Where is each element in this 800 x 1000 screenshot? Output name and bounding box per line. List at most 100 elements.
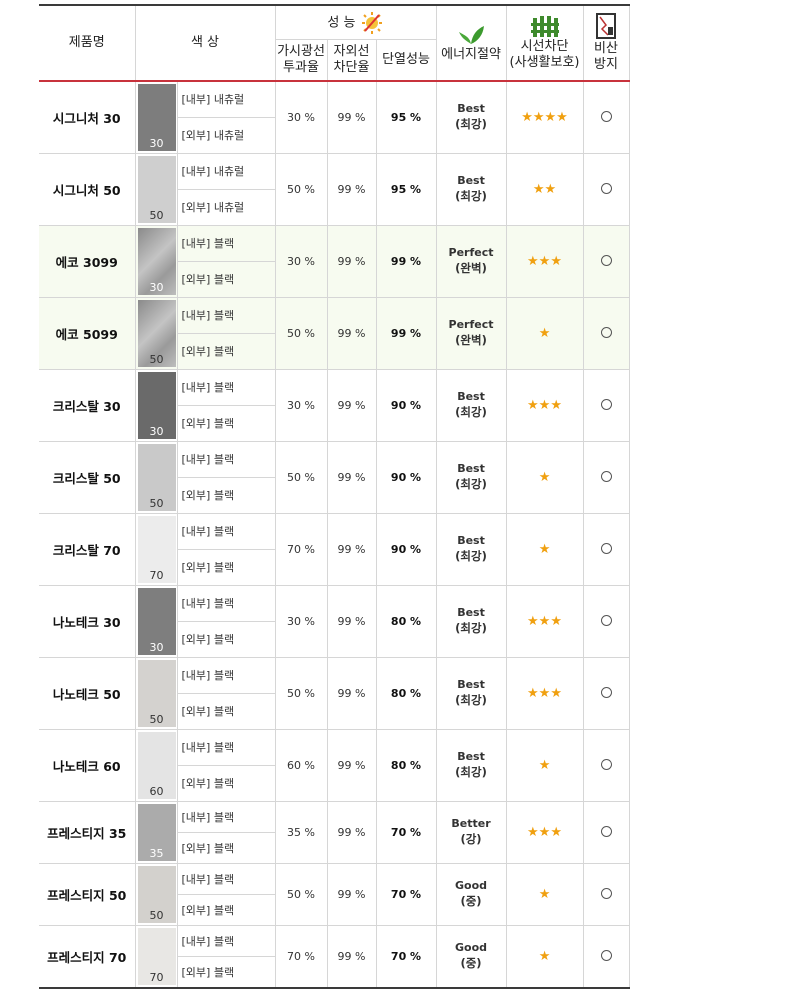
energy-rating-label: Best [457,462,485,476]
inner-color-label: [내부] 블랙 [177,226,275,262]
insulation-value: 95 % [376,80,437,154]
table-row: 나노테크 30 30 [내부] 블랙 [외부] 블랙 30 % 99 % 80 … [39,585,630,658]
circle-mark-icon [600,949,612,961]
energy-rating-sub: (최강) [455,477,487,492]
energy-rating: Best (최강) [436,369,507,442]
sun-heat-icon [361,11,382,34]
header-uv-block: 자외선 차단율 [327,39,377,82]
header-product-name: 제품명 [39,4,136,82]
header-privacy: 시선차단 (사생활보호) [506,4,584,82]
visible-light-value: 50 % [275,657,328,730]
privacy-rating: ★ [506,513,584,586]
insulation-value: 90 % [376,369,437,442]
uv-block-value: 99 % [327,863,377,926]
visible-light-value: 30 % [275,225,328,298]
energy-rating: Best (최강) [436,657,507,730]
shatter-proof-mark: ○ [583,369,630,442]
product-name: 프레스티지 35 [39,801,136,864]
outer-color-label: [외부] 블랙 [181,903,235,917]
outer-color-label: [외부] 블랙 [181,561,235,575]
energy-rating-label: Best [457,174,485,188]
color-swatch: 70 [137,516,176,583]
color-swatch: 60 [137,732,176,799]
color-swatch-cell: 70 [135,925,178,989]
color-swatch: 50 [137,156,176,223]
product-name: 프레스티지 70 [39,925,136,989]
color-labels: [내부] 블랙 [외부] 블랙 [177,369,276,442]
color-swatch-cell: 50 [135,863,178,926]
outer-color-label: [외부] 내츄럴 [181,201,245,215]
outer-color-label: [외부] 블랙 [181,633,235,647]
privacy-rating: ★★★ [506,801,584,864]
outer-color-label: [외부] 블랙 [181,489,235,503]
energy-rating-sub: (중) [460,956,482,971]
shatter-proof-mark: ○ [583,513,630,586]
energy-rating-sub: (최강) [455,117,487,132]
swatch-number: 60 [149,785,164,798]
color-labels: [내부] 내츄럴 [외부] 내츄럴 [177,80,276,154]
energy-rating-label: Best [457,390,485,404]
uv-block-value: 99 % [327,585,377,658]
product-name: 나노테크 50 [39,657,136,730]
inner-color-label: [내부] 블랙 [177,658,275,694]
color-swatch: 35 [137,804,176,861]
outer-color-label: [외부] 블랙 [181,965,235,979]
star-rating-icon: ★ [538,470,551,485]
table-row: 에코 3099 30 [내부] 블랙 [외부] 블랙 30 % 99 % 99 … [39,225,630,298]
product-name: 시그니처 30 [39,80,136,154]
color-labels: [내부] 블랙 [외부] 블랙 [177,801,276,864]
privacy-rating: ★★★ [506,657,584,730]
circle-mark-icon [600,758,612,770]
table-row: 프레스티지 50 50 [내부] 블랙 [외부] 블랙 50 % 99 % 70… [39,863,630,926]
outer-color-label: [외부] 블랙 [181,345,235,359]
inner-color-label: [내부] 블랙 [177,370,275,406]
header-visible-light: 가시광선 투과율 [275,39,328,82]
uv-block-value: 99 % [327,297,377,370]
star-rating-icon: ★★★ [527,254,562,269]
product-name: 크리스탈 70 [39,513,136,586]
star-rating-icon: ★ [538,887,551,902]
color-swatch-cell: 60 [135,729,178,802]
visible-light-value: 60 % [275,729,328,802]
energy-rating-sub: (완벽) [455,261,487,276]
swatch-number: 30 [149,425,164,438]
insulation-value: 70 % [376,925,437,989]
outer-color-label: [외부] 블랙 [181,705,235,719]
color-labels: [내부] 블랙 [외부] 블랙 [177,225,276,298]
energy-rating: Best (최강) [436,729,507,802]
shatter-proof-mark: ○ [583,801,630,864]
header-shatter-proof-label: 비산 방지 [594,41,618,72]
header-performance-label: 성 능 [327,15,356,30]
shatter-proof-mark: ○ [583,297,630,370]
circle-mark-icon [600,614,612,626]
circle-mark-icon [600,110,612,122]
shatter-proof-mark: ○ [583,441,630,514]
header-performance: 성 능 [275,4,437,40]
color-swatch: 50 [137,660,176,727]
swatch-number: 30 [149,641,164,654]
color-swatch-cell: 30 [135,225,178,298]
circle-mark-icon [600,887,612,899]
shatter-proof-mark: ○ [583,863,630,926]
energy-rating: Best (최강) [436,513,507,586]
insulation-value: 70 % [376,801,437,864]
energy-rating-label: Best [457,102,485,116]
header-energy-saving-label: 에너지절약 [441,47,501,63]
privacy-rating: ★ [506,863,584,926]
color-swatch: 30 [137,588,176,655]
star-rating-icon: ★★★ [527,614,562,629]
visible-light-value: 50 % [275,153,328,226]
swatch-number: 30 [149,281,164,294]
star-rating-icon: ★★★★ [521,110,568,125]
energy-rating: Best (최강) [436,153,507,226]
privacy-rating: ★ [506,729,584,802]
color-swatch: 70 [137,928,176,985]
table-row: 프레스티지 70 70 [내부] 블랙 [외부] 블랙 70 % 99 % 70… [39,925,630,989]
inner-color-label: [내부] 블랙 [177,514,275,550]
product-name: 에코 3099 [39,225,136,298]
uv-block-value: 99 % [327,153,377,226]
energy-rating-sub: (중) [460,894,482,909]
film-spec-table: 제품명 색 상 성 능 에너지절약 시선차단 (사생활보호) 비산 방지 가시광… [39,4,630,989]
outer-color-label: [외부] 블랙 [181,273,235,287]
fence-icon [530,16,559,38]
